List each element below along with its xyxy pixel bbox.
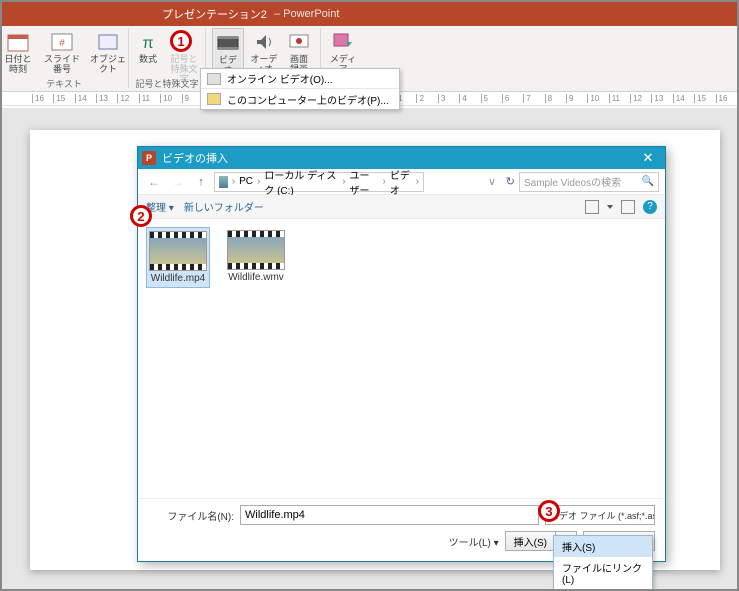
filename-input[interactable]	[240, 505, 539, 525]
file-name-label: Wildlife.mp4	[151, 273, 205, 284]
file-type-filter[interactable]: ビデオ ファイル (*.asf;*.asx;*.wpl;*.w	[545, 505, 655, 525]
doc-title: プレゼンテーション2	[162, 6, 267, 22]
dialog-toolbar: 整理 ▾ 新しいフォルダー ?	[138, 195, 665, 219]
video-thumbnail-icon	[227, 230, 285, 270]
callout-1: 1	[170, 30, 192, 52]
callout-3: 3	[538, 500, 560, 522]
online-video-menuitem[interactable]: オンライン ビデオ(O)...	[201, 69, 399, 89]
tools-button[interactable]: ツール(L) ▾	[449, 534, 499, 549]
insert-button[interactable]: 挿入(S)	[505, 531, 555, 551]
dialog-title: ビデオの挿入	[162, 150, 228, 166]
insert-option[interactable]: 挿入(S)	[554, 536, 652, 557]
folder-icon	[207, 93, 221, 105]
link-to-file-option[interactable]: ファイルにリンク(L)	[554, 557, 652, 589]
new-folder-button[interactable]: 新しいフォルダー	[184, 199, 264, 214]
slide-number-icon: #	[50, 30, 74, 54]
group-text-label: テキスト	[2, 77, 126, 90]
breadcrumb[interactable]: ›PC ›ローカル ディスク (C:) ›ユーザー ›ビデオ ›	[214, 172, 424, 192]
object-icon	[96, 30, 120, 54]
app-name: – PowerPoint	[271, 8, 340, 20]
insert-media-icon	[331, 30, 355, 54]
this-pc-video-menuitem[interactable]: このコンピューター上のビデオ(P)...	[201, 89, 399, 109]
video-dropdown-menu: オンライン ビデオ(O)... このコンピューター上のビデオ(P)...	[200, 68, 400, 110]
calendar-icon	[6, 30, 30, 54]
group-symbols-label: 記号と特殊文字	[131, 77, 203, 90]
online-video-icon	[207, 73, 221, 85]
chevron-down-icon[interactable]	[607, 205, 613, 209]
forward-button[interactable]: →	[168, 175, 188, 189]
filename-label: ファイル名(N):	[148, 508, 234, 523]
search-icon: 🔍	[642, 176, 654, 187]
up-button[interactable]: ↑	[192, 176, 210, 188]
back-button[interactable]: ←	[144, 175, 164, 189]
file-list-area[interactable]: Wildlife.mp4 Wildlife.wmv	[138, 219, 665, 498]
video-thumbnail-icon	[149, 231, 207, 271]
view-options-button[interactable]	[585, 200, 599, 214]
file-item[interactable]: Wildlife.wmv	[224, 227, 288, 286]
insert-video-dialog: P ビデオの挿入 ✕ ← → ↑ ›PC ›ローカル ディスク (C:) ›ユー…	[137, 146, 666, 562]
pi-icon: π	[136, 30, 160, 54]
svg-text:#: #	[59, 38, 65, 49]
help-button[interactable]: ?	[643, 200, 657, 214]
video-icon	[216, 31, 240, 55]
object-button[interactable]: オブジェクト	[87, 28, 129, 77]
powerpoint-icon: P	[142, 151, 156, 165]
date-time-button[interactable]: 日付と 時刻	[0, 28, 37, 77]
insert-dropdown-menu: 挿入(S) ファイルにリンク(L)	[553, 535, 653, 590]
app-title-bar: プレゼンテーション2 – PowerPoint	[2, 2, 737, 26]
pc-icon	[219, 176, 228, 188]
callout-2: 2	[130, 205, 152, 227]
svg-text:π: π	[142, 35, 153, 52]
close-button[interactable]: ✕	[635, 150, 661, 166]
search-input[interactable]: Sample Videosの検索 🔍	[519, 172, 659, 192]
slide-number-button[interactable]: # スライド番号	[39, 28, 85, 77]
file-name-label: Wildlife.wmv	[228, 272, 284, 283]
audio-icon	[252, 30, 276, 54]
dialog-nav-bar: ← → ↑ ›PC ›ローカル ディスク (C:) ›ユーザー ›ビデオ › v…	[138, 169, 665, 195]
file-item[interactable]: Wildlife.mp4	[146, 227, 210, 288]
screen-rec-icon	[287, 30, 311, 54]
equation-button[interactable]: π 数式	[132, 28, 164, 67]
preview-pane-button[interactable]	[621, 200, 635, 214]
